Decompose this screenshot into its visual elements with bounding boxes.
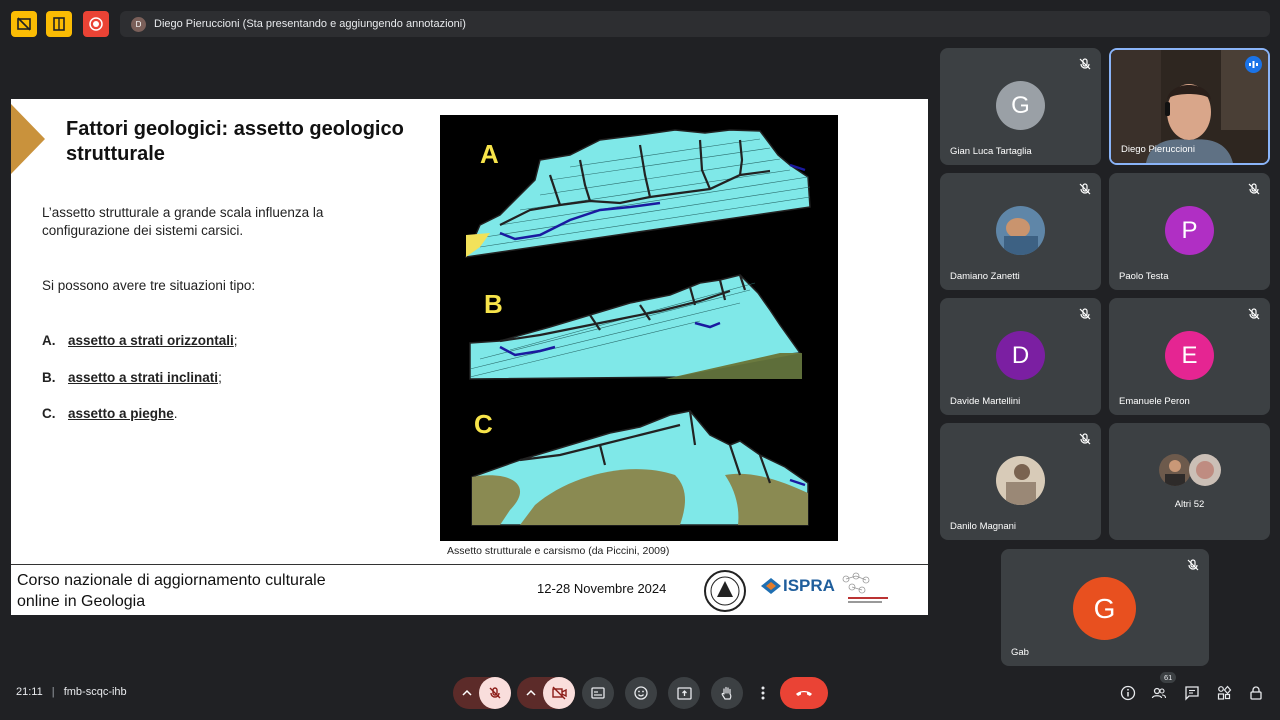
present-button[interactable] — [668, 677, 700, 709]
panel-b-label: B — [484, 289, 503, 319]
presenter-bar: D Diego Pieruccioni (Sta presentando e a… — [120, 11, 1270, 37]
footer-course-title: Corso nazionale di aggiornamento cultura… — [17, 572, 326, 610]
geology-figure: A B C — [440, 115, 838, 541]
chevron-up-icon[interactable] — [462, 688, 472, 698]
figure-caption: Assetto strutturale e carsismo (da Picci… — [447, 545, 670, 557]
participant-tile-gian-luca[interactable]: G Gian Luca Tartaglia — [940, 48, 1101, 165]
partner-network-logo — [842, 572, 888, 603]
participant-name: Davide Martellini — [950, 396, 1021, 407]
panel-c-diagram: C — [471, 409, 809, 526]
participant-tile-paolo[interactable]: P Paolo Testa — [1109, 173, 1270, 290]
panel-c-label: C — [474, 409, 493, 439]
avatar-photo — [996, 206, 1045, 255]
slide-title: Fattori geologici: assetto geologico str… — [66, 118, 404, 165]
participant-tile-diego[interactable]: Diego Pieruccioni — [1109, 48, 1270, 165]
avatar: G — [1073, 577, 1136, 640]
participant-tile-others[interactable]: Altri 52 — [1109, 423, 1270, 540]
participant-tile-davide[interactable]: D Davide Martellini — [940, 298, 1101, 415]
camera-toggle-button[interactable] — [543, 677, 575, 709]
slide-paragraph-2: Si possono avere tre situazioni tipo: — [42, 278, 256, 293]
presenter-text: Diego Pieruccioni (Sta presentando e agg… — [154, 18, 466, 30]
slide-paragraph-1: L’assetto strutturale a grande scala inf… — [42, 205, 324, 238]
participant-tile-damiano[interactable]: Damiano Zanetti — [940, 173, 1101, 290]
others-count-label: Altri 52 — [1174, 499, 1205, 510]
mic-off-icon — [1079, 433, 1091, 445]
speaking-indicator-icon — [1245, 56, 1262, 73]
mic-off-icon — [1079, 183, 1091, 195]
list-item-c: C. assetto a pieghe. — [42, 406, 178, 421]
participant-name: Paolo Testa — [1119, 271, 1169, 282]
mic-off-icon — [1248, 183, 1260, 195]
camera-control-group[interactable] — [517, 677, 575, 709]
more-vert-icon — [761, 686, 765, 700]
participant-tile-danilo[interactable]: Danilo Magnani — [940, 423, 1101, 540]
panel-a-label: A — [480, 139, 499, 169]
present-screen-icon — [676, 686, 692, 700]
camera-off-icon — [551, 686, 567, 700]
people-count-badge: 61 — [1160, 672, 1177, 683]
avatar: P — [1165, 206, 1214, 255]
captions-icon — [591, 687, 605, 699]
avatar: G — [996, 81, 1045, 130]
mic-toggle-button[interactable] — [479, 677, 511, 709]
participant-name: Danilo Magnani — [950, 521, 1017, 532]
activities-icon[interactable] — [1216, 685, 1232, 701]
others-avatars — [1159, 454, 1221, 486]
panel-b-diagram: B — [469, 274, 802, 380]
record-icon — [89, 17, 103, 31]
raise-hand-button[interactable] — [711, 677, 743, 709]
panel-a-diagram: A — [464, 129, 811, 258]
presenter-avatar: D — [131, 16, 146, 32]
hang-up-icon — [796, 691, 812, 696]
captions-off-icon — [17, 17, 31, 31]
host-controls-icon[interactable] — [1248, 685, 1264, 701]
ispra-logo: ISPRA — [761, 576, 835, 596]
mic-off-icon — [489, 687, 501, 699]
avatar-photo — [996, 456, 1045, 505]
recording-button[interactable] — [83, 11, 109, 37]
mic-off-icon — [1248, 308, 1260, 320]
mic-off-icon — [1187, 559, 1199, 571]
list-item-b: B. assetto a strati inclinati; — [42, 370, 222, 385]
leave-call-button[interactable] — [780, 677, 828, 709]
mic-control-group[interactable] — [453, 677, 511, 709]
shared-slide: Fattori geologici: assetto geologico str… — [11, 99, 928, 615]
meeting-code: fmb-scqc-ihb — [63, 686, 127, 698]
participant-name: Emanuele Peron — [1119, 396, 1190, 407]
karst-diagram: A B C — [464, 129, 811, 526]
participant-tile-emanuele[interactable]: E Emanuele Peron — [1109, 298, 1270, 415]
participant-tile-gab[interactable]: G Gab — [1001, 549, 1209, 666]
participant-name: Damiano Zanetti — [950, 271, 1020, 282]
chevron-up-icon[interactable] — [526, 688, 536, 698]
footer-divider — [11, 564, 928, 565]
clock: 21:11 | fmb-scqc-ihb — [16, 686, 127, 698]
participant-name: Gian Luca Tartaglia — [950, 146, 1032, 157]
reactions-button[interactable] — [625, 677, 657, 709]
chat-icon[interactable] — [1184, 685, 1200, 701]
participant-name: Gab — [1011, 647, 1029, 658]
emoji-icon — [634, 686, 648, 700]
captions-button[interactable] — [582, 677, 614, 709]
more-options-button[interactable] — [754, 677, 772, 709]
footer-date: 12-28 Novembre 2024 — [537, 581, 667, 596]
mic-off-icon — [1079, 308, 1091, 320]
university-seal-logo — [704, 570, 746, 612]
notes-button[interactable] — [46, 11, 72, 37]
hand-icon — [721, 686, 732, 700]
list-item-a: A. assetto a strati orizzontali; — [42, 333, 238, 348]
participant-name: Diego Pieruccioni — [1121, 144, 1195, 155]
avatar: E — [1165, 331, 1214, 380]
info-icon[interactable] — [1120, 685, 1136, 701]
mic-off-icon — [1079, 58, 1091, 70]
slide-corner-decoration — [11, 104, 45, 174]
avatar: D — [996, 331, 1045, 380]
notes-icon — [53, 17, 65, 31]
ispra-mark-icon — [761, 578, 781, 594]
captions-off-button[interactable] — [11, 11, 37, 37]
people-icon[interactable] — [1151, 685, 1167, 701]
